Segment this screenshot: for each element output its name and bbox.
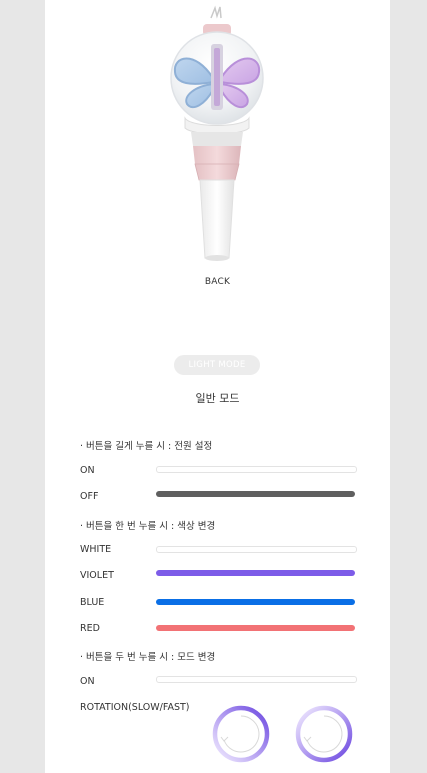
row-label-rotation: ROTATION(SLOW/FAST) [80,702,190,713]
section-title-mode: · 버튼을 두 번 누를 시 : 모드 변경 [80,652,216,663]
row-label-off: OFF [80,491,99,502]
row-label-violet: VIOLET [80,570,114,581]
color-bar-white [156,546,357,553]
color-bar-violet [156,570,355,576]
row-label-on: ON [80,465,95,476]
mode-subtitle: 일반 모드 [195,392,240,405]
view-label: BACK [204,277,231,287]
lightstick-image [45,0,390,280]
color-bar-mode-on [156,676,357,683]
section-title-power: · 버튼을 길게 누를 시 : 전원 설정 [80,441,213,452]
content-panel: BACK LIGHT MODE 일반 모드 · 버튼을 길게 누를 시 : 전원… [45,0,390,773]
row-label-white: WHITE [80,544,112,555]
color-bar-red [156,625,355,631]
lightstick-illustration [170,5,264,261]
section-title-color: · 버튼을 한 번 누를 시 : 색상 변경 [80,521,216,532]
row-label-mode-on: ON [80,676,95,687]
rotation-slow-ring-icon [211,704,271,768]
color-bar-on [156,466,357,473]
row-label-blue: BLUE [80,597,105,608]
color-bar-blue [156,599,355,605]
rotation-fast-ring-icon [294,704,354,768]
row-label-red: RED [80,623,100,634]
light-mode-button[interactable]: LIGHT MODE [174,355,260,375]
color-bar-off [156,491,355,497]
